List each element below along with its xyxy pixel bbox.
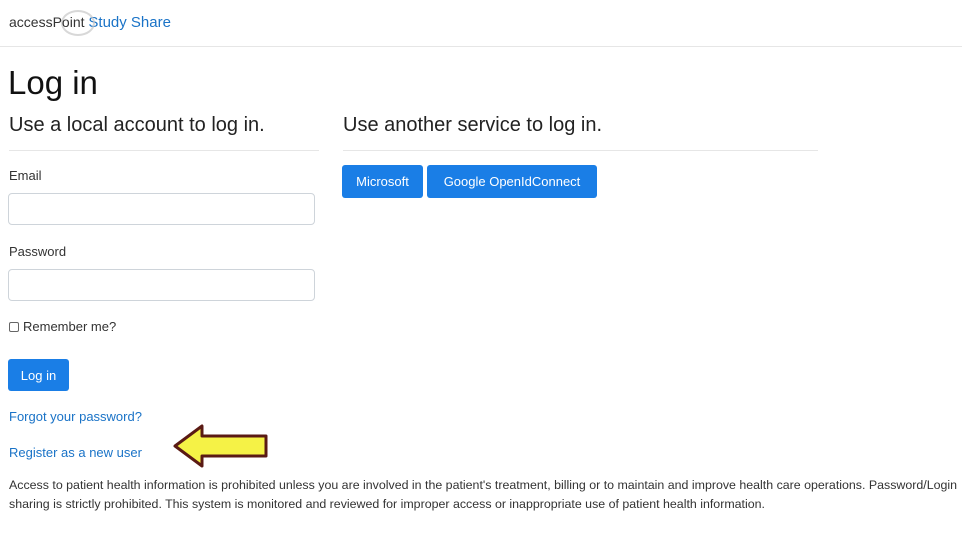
brand-logo[interactable]: accessPoint Study Share	[9, 10, 171, 36]
brand-access-text: access	[9, 14, 53, 30]
password-label: Password	[9, 244, 67, 259]
remember-me[interactable]: Remember me?	[9, 319, 116, 334]
navbar: accessPoint Study Share	[0, 0, 962, 47]
register-link[interactable]: Register as a new user	[9, 445, 142, 460]
brand-study-share: Study Share	[88, 14, 171, 31]
remember-me-checkbox[interactable]	[9, 321, 19, 332]
local-divider	[9, 150, 319, 151]
local-account-heading: Use a local account to log in.	[9, 114, 265, 136]
login-button[interactable]: Log in	[8, 359, 69, 391]
email-field[interactable]	[8, 193, 315, 225]
email-label: Email	[9, 168, 42, 183]
brand-point-text: Point	[52, 14, 85, 30]
yellow-arrow-icon	[173, 424, 268, 468]
page-title: Log in	[8, 64, 98, 101]
forgot-password-link[interactable]: Forgot your password?	[9, 409, 142, 424]
google-openidconnect-button[interactable]: Google OpenIdConnect	[427, 165, 597, 198]
microsoft-login-button[interactable]: Microsoft	[342, 165, 423, 198]
access-notice: Access to patient health information is …	[9, 478, 958, 511]
external-divider	[343, 150, 818, 151]
external-login-heading: Use another service to log in.	[343, 114, 603, 136]
remember-me-label: Remember me?	[23, 319, 117, 334]
password-field[interactable]	[8, 269, 315, 301]
